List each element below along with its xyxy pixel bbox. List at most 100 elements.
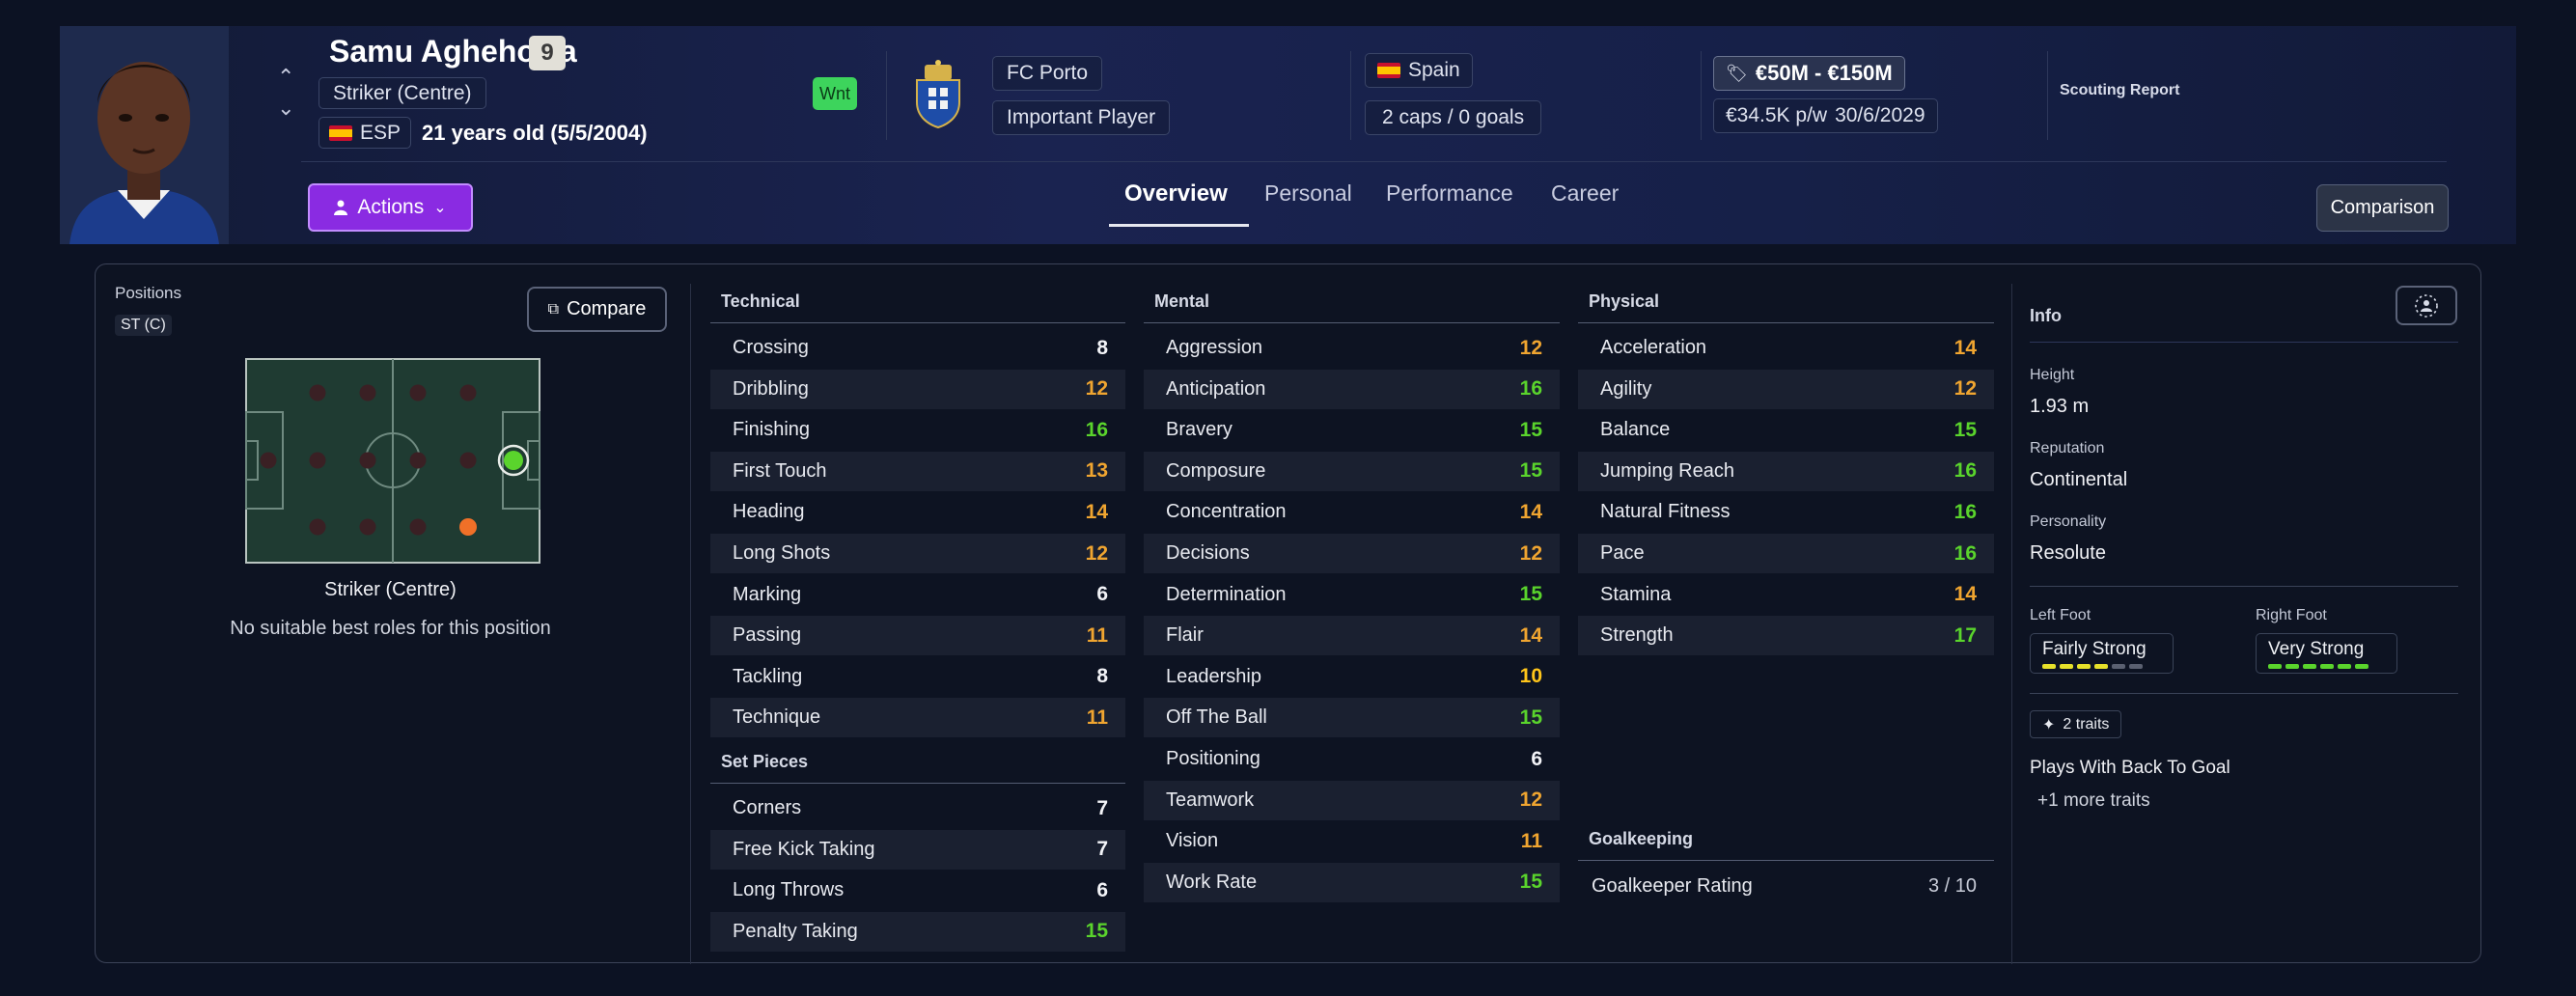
attribute-value: 7 [1096,838,1108,861]
section-divider [710,783,1125,784]
tab-performance[interactable]: Performance [1386,180,1513,207]
attribute-name: Dribbling [733,377,809,400]
attribute-row[interactable]: Free Kick Taking 7 [710,829,1125,870]
attribute-row[interactable]: Aggression 12 [1144,328,1560,368]
attribute-value: 12 [1519,541,1542,565]
nation-box[interactable]: Spain [1365,53,1473,88]
attribute-row[interactable]: Passing 11 [710,616,1125,656]
club-crest-icon[interactable] [911,59,965,133]
traits-badge[interactable]: ✦ 2 traits [2030,710,2122,738]
attribute-row[interactable]: Agility 12 [1578,369,1994,409]
attribute-row[interactable]: Positioning 6 [1144,739,1560,779]
attribute-row[interactable]: Pace 16 [1578,534,1994,573]
attribute-name: Free Kick Taking [733,838,875,860]
attribute-row[interactable]: Vision 11 [1144,821,1560,861]
attribute-row[interactable]: Natural Fitness 16 [1578,492,1994,532]
attribute-row[interactable]: Balance 15 [1578,410,1994,450]
attribute-row[interactable]: Long Shots 12 [710,534,1125,573]
attribute-row[interactable]: Teamwork 12 [1144,780,1560,820]
attribute-value: 15 [1519,706,1542,729]
comparison-button[interactable]: Comparison [2316,184,2449,232]
left-foot-meter [2042,664,2161,669]
transfer-value-box[interactable]: 🏷 €50M - €150M [1713,56,1905,91]
height-value: 1.93 m [2030,396,2090,417]
tab-career[interactable]: Career [1551,180,1619,207]
attribute-row[interactable]: Stamina 14 [1578,575,1994,615]
attribute-row[interactable]: Crossing 8 [710,328,1125,368]
attribute-row[interactable]: Composure 15 [1144,451,1560,491]
club-box[interactable]: FC Porto [992,56,1103,91]
scouting-report-link[interactable]: Scouting Report [2060,82,2179,99]
foot-strength-segment [2077,664,2091,669]
chevron-down-icon: ⌄ [433,200,447,216]
attribute-value: 16 [1085,418,1108,441]
attribute-value: 12 [1953,377,1977,401]
attribute-row[interactable]: Bravery 15 [1144,410,1560,450]
contract-box: €34.5K p/w 30/6/2029 [1713,98,1938,133]
shirt-number-badge: 9 [529,36,566,70]
tab-overview[interactable]: Overview [1124,180,1228,208]
attribute-row[interactable]: First Touch 13 [710,451,1125,491]
attribute-value: 15 [1519,459,1542,483]
left-foot-value: Fairly Strong [2042,639,2147,659]
attribute-row[interactable]: Heading 14 [710,492,1125,532]
divider [2047,51,2048,140]
foot-strength-segment [2042,664,2056,669]
attribute-value: 13 [1085,459,1108,483]
nationality-box[interactable]: ESP [319,117,412,149]
roles-note: No suitable best roles for this position [230,618,551,639]
attribute-row[interactable]: Concentration 14 [1144,492,1560,532]
physical-heading: Physical [1589,291,1660,311]
attribute-row[interactable]: Marking 6 [710,575,1125,615]
spain-flag-icon [329,124,352,141]
attribute-row[interactable]: Tackling 8 [710,657,1125,697]
attribute-value: 6 [1096,583,1108,606]
staff-view-button[interactable] [2396,286,2457,325]
attribute-row[interactable]: Determination 15 [1144,575,1560,615]
attribute-row[interactable]: Penalty Taking 15 [710,911,1125,952]
attribute-row[interactable]: Flair 14 [1144,616,1560,656]
next-player-arrow-icon[interactable]: ⌃ [277,95,294,119]
attribute-name: Leadership [1166,665,1261,687]
attribute-value: 16 [1953,500,1977,523]
attribute-value: 16 [1519,377,1542,401]
previous-player-arrow-icon[interactable]: ⌃ [277,67,294,88]
attribute-value: 12 [1519,336,1542,359]
tab-personal[interactable]: Personal [1264,180,1352,207]
attribute-row[interactable]: Jumping Reach 16 [1578,451,1994,491]
attribute-row[interactable]: Finishing 16 [710,410,1125,450]
attribute-row[interactable]: Decisions 12 [1144,534,1560,573]
actions-button[interactable]: Actions ⌄ [308,183,473,232]
more-traits-link[interactable]: +1 more traits [2037,790,2150,812]
attribute-row[interactable]: Anticipation 16 [1144,369,1560,409]
attribute-name: Natural Fitness [1600,501,1731,523]
attribute-row[interactable]: Work Rate 15 [1144,862,1560,902]
overview-panel: Positions ST (C) ⧉ Compare Striker (Cent… [95,263,2481,964]
attribute-row[interactable]: Technique 11 [710,698,1125,738]
trait-item: Plays With Back To Goal [2030,758,2230,778]
attribute-row[interactable]: Off The Ball 15 [1144,698,1560,738]
attribute-name: Long Shots [733,542,831,564]
attribute-row[interactable]: Long Throws 6 [710,871,1125,910]
attribute-name: Determination [1166,583,1287,605]
compare-icon: ⧉ [547,300,560,318]
attribute-value: 15 [1519,871,1542,894]
attribute-row[interactable]: Corners 7 [710,788,1125,828]
attribute-name: Strength [1600,624,1674,647]
attribute-value: 14 [1519,623,1542,647]
compare-button[interactable]: ⧉ Compare [527,287,667,332]
attribute-name: Teamwork [1166,788,1255,811]
attribute-row[interactable]: Strength 17 [1578,616,1994,656]
attribute-row[interactable]: Leadership 10 [1144,657,1560,697]
attribute-row[interactable]: Acceleration 14 [1578,328,1994,368]
position-label: Striker (Centre) [333,81,472,104]
active-tab-indicator [1109,224,1249,227]
section-divider [2030,693,2458,694]
attribute-name: Marking [733,583,802,605]
technical-heading: Technical [721,291,800,311]
attribute-value: 10 [1519,665,1542,688]
attribute-row[interactable]: Dribbling 12 [710,369,1125,409]
attribute-value: 6 [1531,747,1542,770]
left-foot-label: Left Foot [2030,607,2091,623]
attribute-value: 15 [1519,583,1542,606]
